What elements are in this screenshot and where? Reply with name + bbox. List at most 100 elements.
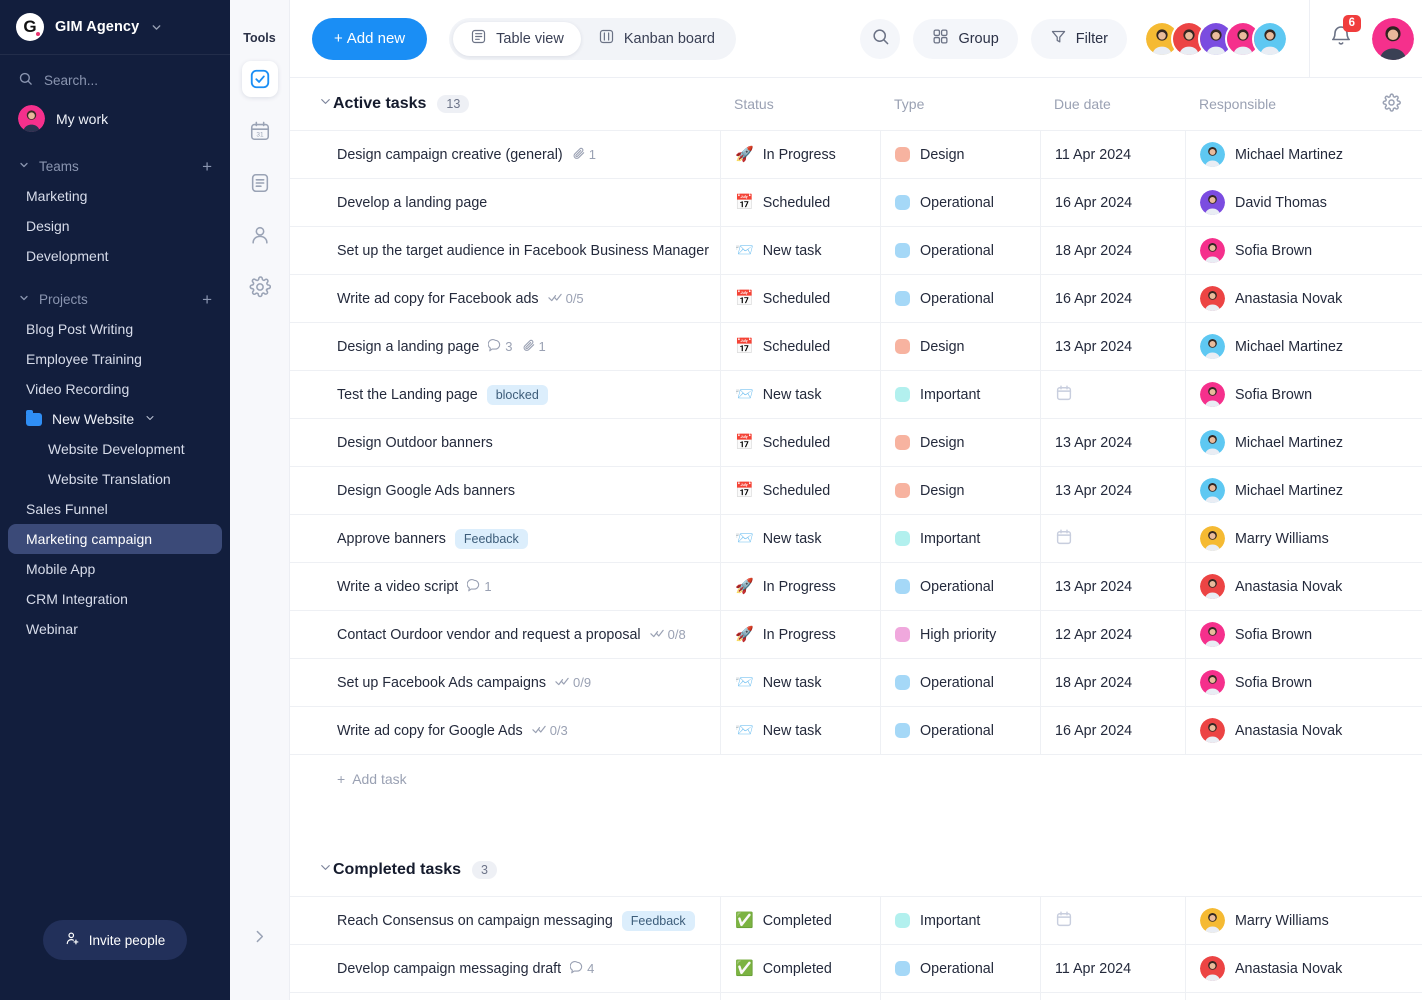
chevron-down-icon[interactable] (18, 159, 30, 174)
cell-task-name[interactable]: Write ad copy for Google Ads 0/3 (290, 707, 720, 754)
projects-group-header[interactable]: Projects + (0, 271, 230, 314)
sidebar-item-team-2[interactable]: Development (8, 241, 222, 271)
cell-task-name[interactable]: Define target audience for this campaign… (290, 993, 720, 1000)
cell-type[interactable]: Operational (880, 707, 1040, 754)
add-task-button[interactable]: + Add task (290, 754, 1422, 802)
table-row[interactable]: Set up Facebook Ads campaigns 0/9 📨 New tas… (290, 658, 1422, 706)
cell-responsible[interactable]: Michael Martinez (1185, 131, 1360, 178)
cell-task-name[interactable]: Develop campaign messaging draft 4 (290, 945, 720, 992)
sidebar-item-project-6[interactable]: Sales Funnel (8, 494, 222, 524)
add-project-button[interactable]: + (202, 291, 212, 308)
table-row[interactable]: Reach Consensus on campaign messaging Fee… (290, 896, 1422, 944)
cell-task-name[interactable]: Test the Landing page blocked (290, 371, 720, 418)
cell-due-date[interactable]: 12 Apr 2024 (1040, 611, 1185, 658)
cell-type[interactable]: Operational (880, 179, 1040, 226)
cell-type[interactable]: Design (880, 419, 1040, 466)
cell-status[interactable]: 🚀 In Progress (720, 611, 880, 658)
table-row[interactable]: Design campaign creative (general) 1 🚀 In P… (290, 130, 1422, 178)
sidebar-item-team-0[interactable]: Marketing (8, 181, 222, 211)
chevron-down-icon[interactable] (150, 21, 163, 34)
cell-responsible[interactable]: Sofia Brown (1185, 611, 1360, 658)
cell-responsible[interactable]: Sofia Brown (1185, 993, 1360, 1000)
cell-status[interactable]: 📅 Scheduled (720, 467, 880, 514)
cell-type[interactable]: Design (880, 467, 1040, 514)
table-row[interactable]: Set up the target audience in Facebook B… (290, 226, 1422, 274)
cell-type[interactable]: Important (880, 371, 1040, 418)
cell-due-date[interactable]: 16 Apr 2024 (1040, 275, 1185, 322)
table-row[interactable]: Design a landing page 3 1 📅 Scheduled Design 1… (290, 322, 1422, 370)
cell-status[interactable]: 📅 Scheduled (720, 419, 880, 466)
cell-responsible[interactable]: Sofia Brown (1185, 227, 1360, 274)
cell-task-name[interactable]: Design Google Ads banners (290, 467, 720, 514)
calendar-icon[interactable]: 31 (242, 113, 278, 149)
cell-type[interactable]: Operational (880, 659, 1040, 706)
settings-gear-icon[interactable] (242, 269, 278, 305)
cell-task-name[interactable]: Write ad copy for Facebook ads 0/5 (290, 275, 720, 322)
cell-status[interactable]: ✅Completed (720, 993, 880, 1000)
table-row[interactable]: Define target audience for this campaign… (290, 992, 1422, 1000)
cell-type[interactable]: Design (880, 323, 1040, 370)
sidebar-item-my-work[interactable]: My work (0, 99, 230, 138)
cell-due-date[interactable]: 18 Apr 2024 (1040, 227, 1185, 274)
cell-due-date[interactable] (1040, 371, 1185, 418)
cell-due-date[interactable] (1040, 515, 1185, 562)
cell-due-date[interactable]: 16 Apr 2024 (1040, 707, 1185, 754)
contacts-icon[interactable] (242, 217, 278, 253)
cell-type[interactable]: Operational (880, 993, 1040, 1000)
tab-table-view[interactable]: Table view (453, 21, 581, 56)
sidebar-item-team-1[interactable]: Design (8, 211, 222, 241)
sidebar-item-project-2[interactable]: Video Recording (8, 374, 222, 404)
table-row[interactable]: Develop a landing page 📅 Scheduled Operatio… (290, 178, 1422, 226)
cell-status[interactable]: 📅 Scheduled (720, 179, 880, 226)
cell-responsible[interactable]: Anastasia Novak (1185, 563, 1360, 610)
cell-type[interactable]: Operational (880, 227, 1040, 274)
cell-status[interactable]: 🚀 In Progress (720, 131, 880, 178)
cell-due-date[interactable]: 16 Apr 2024 (1040, 179, 1185, 226)
sidebar-search[interactable]: Search... (0, 55, 230, 99)
user-avatar[interactable] (1372, 17, 1414, 60)
cell-status[interactable]: 📨 New task (720, 659, 880, 706)
sidebar-item-project-5[interactable]: Website Translation (8, 464, 222, 494)
cell-task-name[interactable]: Reach Consensus on campaign messaging Fee… (290, 897, 720, 944)
tab-kanban-board[interactable]: Kanban board (581, 22, 732, 56)
cell-task-name[interactable]: Set up Facebook Ads campaigns 0/9 (290, 659, 720, 706)
sidebar-item-project-8[interactable]: Mobile App (8, 554, 222, 584)
notes-icon[interactable] (242, 165, 278, 201)
cell-task-name[interactable]: Approve banners Feedback (290, 515, 720, 562)
cell-type[interactable]: Operational (880, 275, 1040, 322)
cell-type[interactable]: Design (880, 131, 1040, 178)
member-avatar-stack[interactable] (1140, 20, 1288, 57)
workspace-switcher[interactable]: G GIM Agency (0, 0, 230, 55)
cell-due-date[interactable]: 10 Apr 2024 (1040, 993, 1185, 1000)
cell-responsible[interactable]: Michael Martinez (1185, 419, 1360, 466)
cell-responsible[interactable]: Anastasia Novak (1185, 945, 1360, 992)
chevron-down-icon[interactable] (18, 292, 30, 307)
notifications-button[interactable]: 6 (1323, 15, 1361, 53)
table-row[interactable]: Design Outdoor banners 📅 Scheduled Design 13… (290, 418, 1422, 466)
cell-status[interactable]: 📨 New task (720, 227, 880, 274)
table-row[interactable]: Write a video script 1 🚀 In Progress Operati… (290, 562, 1422, 610)
sidebar-item-project-4[interactable]: Website Development (8, 434, 222, 464)
sidebar-item-project-3[interactable]: New Website (8, 404, 222, 434)
cell-due-date[interactable]: 18 Apr 2024 (1040, 659, 1185, 706)
cell-responsible[interactable]: Sofia Brown (1185, 659, 1360, 706)
cell-status[interactable]: 📅 Scheduled (720, 323, 880, 370)
add-team-button[interactable]: + (202, 158, 212, 175)
cell-responsible[interactable]: David Thomas (1185, 179, 1360, 226)
cell-type[interactable]: Operational (880, 945, 1040, 992)
cell-due-date[interactable]: 13 Apr 2024 (1040, 419, 1185, 466)
cell-due-date[interactable] (1040, 897, 1185, 944)
cell-status[interactable]: ✅Completed (720, 945, 880, 992)
cell-responsible[interactable]: Michael Martinez (1185, 323, 1360, 370)
cell-task-name[interactable]: Write a video script 1 (290, 563, 720, 610)
cell-due-date[interactable]: 11 Apr 2024 (1040, 945, 1185, 992)
cell-type[interactable]: High priority (880, 611, 1040, 658)
add-new-button[interactable]: + Add new (312, 17, 428, 60)
sidebar-item-project-0[interactable]: Blog Post Writing (8, 314, 222, 344)
group-button[interactable]: Group (913, 18, 1018, 59)
table-row[interactable]: Test the Landing page blocked 📨 New task Imp… (290, 370, 1422, 418)
cell-status[interactable]: 📨 New task (720, 707, 880, 754)
expand-rail-button[interactable] (230, 928, 289, 945)
table-row[interactable]: Contact Ourdoor vendor and request a pro… (290, 610, 1422, 658)
tasks-icon[interactable] (241, 61, 278, 97)
